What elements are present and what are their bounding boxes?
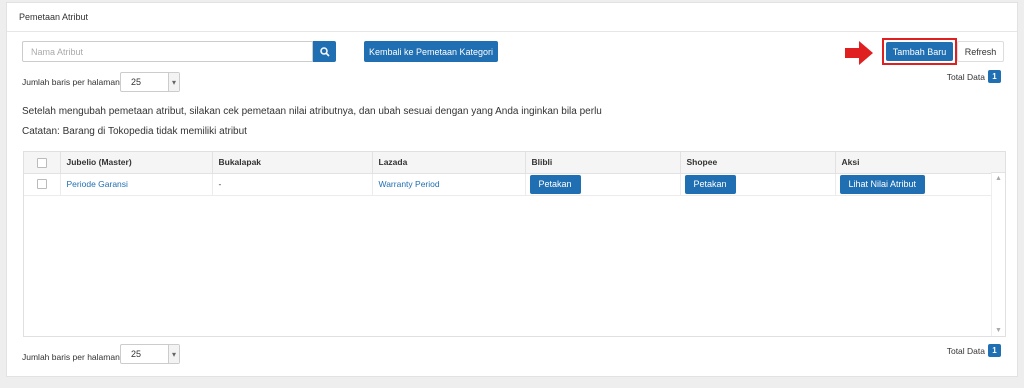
attribute-mapping-panel: Pemetaan Atribut Kembali ke Pemetaan Kat…: [6, 2, 1018, 377]
total-data-badge: 1: [988, 70, 1001, 83]
back-to-category-mapping-button[interactable]: Kembali ke Pemetaan Kategori: [364, 41, 498, 62]
row-checkbox[interactable]: [36, 179, 47, 190]
rows-per-page-value-bottom: 25: [131, 349, 142, 359]
rows-per-page-select-bottom[interactable]: 25 ▾: [120, 344, 180, 364]
header-master: Jubelio (Master): [60, 152, 213, 174]
mapping-note: Setelah mengubah pemetaan atribut, silak…: [22, 106, 602, 117]
refresh-button[interactable]: Refresh: [957, 41, 1004, 62]
total-data-label: Total Data: [946, 71, 985, 82]
scroll-down-icon[interactable]: ▼: [995, 327, 1002, 334]
rows-per-page-label: Jumlah baris per halaman: [22, 77, 120, 87]
rows-per-page-value: 25: [131, 77, 142, 87]
master-attribute-link[interactable]: Periode Garansi: [67, 179, 128, 189]
tokopedia-note: Catatan: Barang di Tokopedia tidak memil…: [22, 126, 247, 137]
shopee-map-button[interactable]: Petakan: [684, 174, 736, 194]
search-button[interactable]: [313, 41, 336, 62]
lazada-attribute-link[interactable]: Warranty Period: [379, 179, 440, 189]
add-new-button[interactable]: Tambah Baru: [886, 42, 953, 61]
header-blibli: Blibli: [525, 152, 681, 174]
table-row: Periode Garansi - Warranty Period Petaka…: [24, 173, 993, 196]
select-all-checkbox-cell[interactable]: [24, 152, 61, 174]
scrollbar-header: [991, 152, 1005, 173]
table-scrollbar[interactable]: ▲ ▼: [991, 173, 1005, 336]
panel-title: Pemetaan Atribut: [7, 3, 1017, 32]
bukalapak-value: -: [212, 173, 373, 196]
table-header-row: Jubelio (Master) Bukalapak Lazada Blibli…: [24, 152, 993, 174]
total-data-label-bottom: Total Data: [946, 345, 985, 356]
view-attribute-values-button[interactable]: Lihat Nilai Atribut: [839, 174, 926, 194]
search-input[interactable]: [22, 41, 313, 62]
chevron-down-icon: ▾: [168, 345, 179, 363]
add-new-highlight: Tambah Baru: [882, 38, 957, 65]
row-checkbox-cell[interactable]: [24, 173, 61, 196]
total-data-bottom: Total Data 1: [947, 344, 1001, 357]
chevron-down-icon: ▾: [168, 73, 179, 91]
search-icon: [319, 46, 330, 57]
rows-per-page-select[interactable]: 25 ▾: [120, 72, 180, 92]
header-lazada: Lazada: [372, 152, 526, 174]
select-all-checkbox[interactable]: [36, 157, 47, 168]
attribute-table: Jubelio (Master) Bukalapak Lazada Blibli…: [23, 151, 1006, 337]
total-data: Total Data 1: [947, 70, 1001, 83]
blibli-map-button[interactable]: Petakan: [529, 174, 581, 194]
arrow-right-icon: [845, 41, 873, 65]
header-aksi: Aksi: [835, 152, 993, 174]
header-bukalapak: Bukalapak: [212, 152, 373, 174]
scroll-up-icon[interactable]: ▲: [995, 175, 1002, 182]
rows-per-page-label-bottom: Jumlah baris per halaman: [22, 352, 120, 362]
total-data-badge-bottom: 1: [988, 344, 1001, 357]
header-shopee: Shopee: [680, 152, 836, 174]
